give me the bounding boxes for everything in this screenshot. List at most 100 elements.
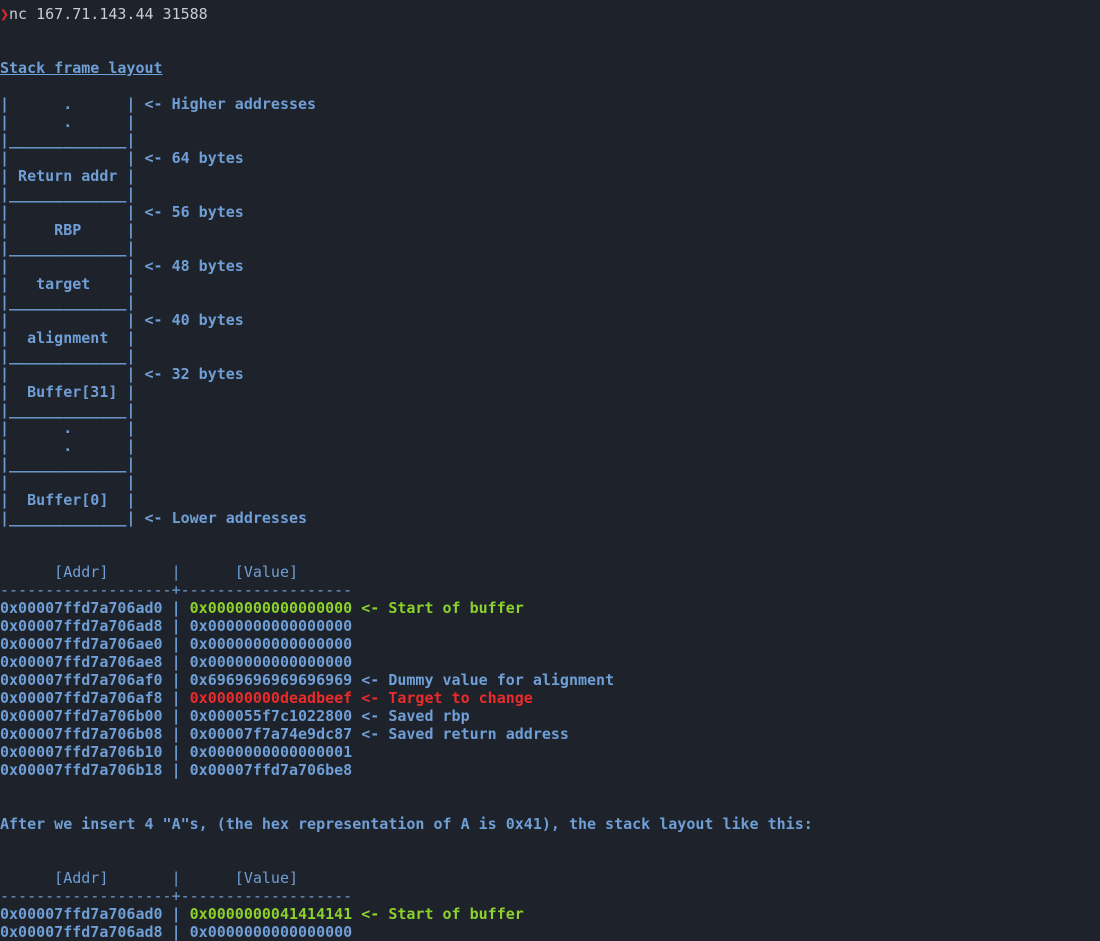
diagram-line: |_____________| xyxy=(0,293,813,311)
command-text: nc 167.71.143.44 31588 xyxy=(9,5,208,23)
annotation: <- Saved rbp xyxy=(361,707,470,725)
diagram-line: |_____________| xyxy=(0,239,813,257)
terminal-output[interactable]: ❯nc 167.71.143.44 31588 Stack frame layou… xyxy=(0,5,813,941)
address: 0x00007ffd7a706af8 xyxy=(0,689,163,707)
address: 0x00007ffd7a706ad8 xyxy=(0,617,163,635)
diagram-text: | . | xyxy=(0,419,136,437)
value: 0x0000000000000000 xyxy=(189,923,353,941)
diagram-line: | | <- 56 bytes xyxy=(0,203,813,221)
table-header-text: [Addr] | [Value] xyxy=(0,563,299,581)
table-row: 0x00007ffd7a706ad0 | 0x0000000000000000 … xyxy=(0,599,813,617)
diagram-text: | target | xyxy=(0,275,136,293)
table-row: 0x00007ffd7a706ae8 | 0x0000000000000000 xyxy=(0,653,813,671)
separator: | xyxy=(162,923,190,941)
table-rule-text: -------------------+------------------- xyxy=(0,887,353,905)
diagram-line: | . | xyxy=(0,419,813,437)
diagram-line: | alignment | xyxy=(0,329,813,347)
table-row: 0x00007ffd7a706af8 | 0x00000000deadbeef … xyxy=(0,689,813,707)
diagram-text: | . | <- Higher addresses xyxy=(0,95,317,113)
chevron-right-icon: ❯ xyxy=(0,5,10,23)
blank xyxy=(0,23,813,41)
annotation: <- Target to change xyxy=(361,689,533,707)
blank xyxy=(0,77,813,95)
address: 0x00007ffd7a706b00 xyxy=(0,707,163,725)
blank xyxy=(0,527,813,545)
table-rule: -------------------+------------------- xyxy=(0,581,813,599)
diagram-text: | . | xyxy=(0,113,136,131)
separator: | xyxy=(162,905,190,923)
address: 0x00007ffd7a706af0 xyxy=(0,671,163,689)
value: 0x0000000000000001 xyxy=(189,743,353,761)
table-row: 0x00007ffd7a706ad0 | 0x0000000041414141 … xyxy=(0,905,813,923)
value: 0x0000000000000000 xyxy=(189,599,353,617)
separator: | xyxy=(162,635,190,653)
diagram-line: | target | xyxy=(0,275,813,293)
table-rule-text: -------------------+------------------- xyxy=(0,581,353,599)
value: 0x00007f7a74e9dc87 xyxy=(189,725,353,743)
diagram-text: |_____________| xyxy=(0,347,136,365)
table-rule: -------------------+------------------- xyxy=(0,887,813,905)
diagram-line: |_____________| <- Lower addresses xyxy=(0,509,813,527)
paragraph: After we insert 4 "A"s, (the hex represe… xyxy=(0,815,813,833)
diagram-line: | | <- 40 bytes xyxy=(0,311,813,329)
diagram-text: |_____________| xyxy=(0,185,136,203)
diagram-text: |_____________| xyxy=(0,293,136,311)
diagram-text: | alignment | xyxy=(0,329,136,347)
address: 0x00007ffd7a706ad0 xyxy=(0,599,163,617)
annotation: <- Start of buffer xyxy=(361,599,524,617)
table-row: 0x00007ffd7a706b18 | 0x00007ffd7a706be8 xyxy=(0,761,813,779)
separator: | xyxy=(162,689,190,707)
table-header: [Addr] | [Value] xyxy=(0,563,813,581)
address: 0x00007ffd7a706b18 xyxy=(0,761,163,779)
diagram-line: |_____________| xyxy=(0,455,813,473)
table-row: 0x00007ffd7a706ad8 | 0x0000000000000000 xyxy=(0,923,813,941)
address: 0x00007ffd7a706b08 xyxy=(0,725,163,743)
diagram-text: |_____________| xyxy=(0,239,136,257)
value: 0x00007ffd7a706be8 xyxy=(189,761,353,779)
diagram-text: | | <- 32 bytes xyxy=(0,365,244,383)
table-row: 0x00007ffd7a706af0 | 0x6969696969696969 … xyxy=(0,671,813,689)
diagram-line: | Buffer[31] | xyxy=(0,383,813,401)
table-row: 0x00007ffd7a706b00 | 0x000055f7c1022800 … xyxy=(0,707,813,725)
value: 0x000055f7c1022800 xyxy=(189,707,353,725)
value: 0x0000000000000000 xyxy=(189,617,353,635)
blank xyxy=(0,41,813,59)
diagram-text: |_____________| xyxy=(0,455,136,473)
separator: | xyxy=(162,725,190,743)
value: 0x00000000deadbeef xyxy=(189,689,353,707)
value: 0x0000000000000000 xyxy=(189,635,353,653)
blank xyxy=(0,545,813,563)
section-title: Stack frame layout xyxy=(0,59,813,77)
diagram-line: |_____________| xyxy=(0,185,813,203)
stack-frame-title: Stack frame layout xyxy=(0,59,163,77)
address: 0x00007ffd7a706b10 xyxy=(0,743,163,761)
diagram-line: | Return addr | xyxy=(0,167,813,185)
diagram-line: | Buffer[0] | xyxy=(0,491,813,509)
diagram-line: | . | xyxy=(0,437,813,455)
blank xyxy=(0,779,813,797)
separator: | xyxy=(162,707,190,725)
diagram-line: | | <- 32 bytes xyxy=(0,365,813,383)
blank xyxy=(0,797,813,815)
value: 0x6969696969696969 xyxy=(189,671,353,689)
diagram-text: |_____________| xyxy=(0,131,136,149)
diagram-line: | | xyxy=(0,473,813,491)
diagram-text: | Buffer[31] | xyxy=(0,383,136,401)
annotation: <- Saved return address xyxy=(361,725,569,743)
annotation: <- Dummy value for alignment xyxy=(361,671,615,689)
separator: | xyxy=(162,743,190,761)
diagram-text: | Buffer[0] | xyxy=(0,491,136,509)
diagram-text: | | <- 40 bytes xyxy=(0,311,244,329)
separator: | xyxy=(162,599,190,617)
diagram-text: | | <- 48 bytes xyxy=(0,257,244,275)
diagram-text: | | xyxy=(0,473,136,491)
diagram-text: | | <- 64 bytes xyxy=(0,149,244,167)
table-row: 0x00007ffd7a706b10 | 0x0000000000000001 xyxy=(0,743,813,761)
paragraph-text: After we insert 4 "A"s, (the hex represe… xyxy=(0,815,813,833)
diagram-text: | RBP | xyxy=(0,221,136,239)
address: 0x00007ffd7a706ad8 xyxy=(0,923,163,941)
value: 0x0000000041414141 xyxy=(189,905,353,923)
diagram-line: | . | xyxy=(0,113,813,131)
annotation: <- Start of buffer xyxy=(361,905,524,923)
separator: | xyxy=(162,761,190,779)
